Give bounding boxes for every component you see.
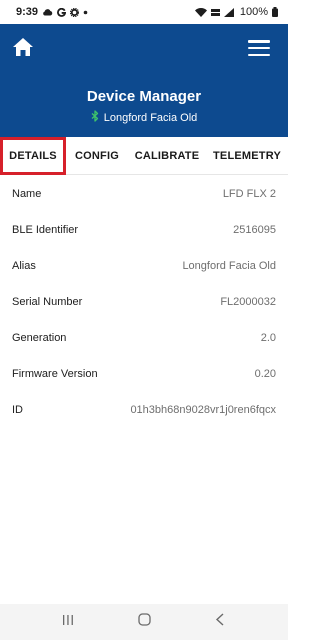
status-bar: 9:39 100% <box>0 0 288 24</box>
detail-row-serial-number: Serial Number FL2000032 <box>0 284 288 320</box>
detail-label: Serial Number <box>12 296 83 308</box>
status-time: 9:39 <box>16 6 39 18</box>
page-title: Device Manager <box>86 88 202 105</box>
detail-label: Name <box>12 188 42 200</box>
details-list: Name LFD FLX 2 BLE Identifier 2516095 Al… <box>0 176 288 428</box>
device-name: Longford Facia Old <box>103 111 198 124</box>
detail-row-name: Name LFD FLX 2 <box>0 176 288 212</box>
detail-row-firmware-version: Firmware Version 0.20 <box>0 356 288 392</box>
tab-calibrate[interactable]: CALIBRATE <box>128 137 206 175</box>
detail-label: Alias <box>12 260 36 272</box>
detail-value: LFD FLX 2 <box>222 188 276 200</box>
detail-value: FL2000032 <box>220 296 276 308</box>
signal-icon <box>223 7 234 17</box>
home-icon <box>12 37 34 62</box>
detail-value: 2.0 <box>260 332 276 344</box>
tab-config[interactable]: CONFIG <box>66 137 128 175</box>
tab-telemetry[interactable]: TELEMETRY <box>206 137 288 175</box>
detail-label: ID <box>12 404 23 416</box>
detail-value: Longford Facia Old <box>182 260 276 272</box>
wifi-icon <box>194 7 207 17</box>
menu-icon-bar <box>248 46 270 50</box>
detail-row-ble-identifier: BLE Identifier 2516095 <box>0 212 288 248</box>
recents-icon <box>62 613 74 631</box>
g-icon <box>57 7 67 17</box>
detail-value: 01h3bh68n9028vr1j0ren6fqcx <box>130 404 276 416</box>
menu-icon-bar <box>248 40 270 43</box>
back-icon <box>215 613 225 631</box>
menu-icon-bar <box>248 53 270 56</box>
recents-button[interactable] <box>48 607 88 637</box>
bluetooth-icon <box>91 110 99 125</box>
home-nav-icon <box>137 613 151 631</box>
detail-label: Generation <box>12 332 67 344</box>
detail-label: Firmware Version <box>12 368 98 380</box>
battery-icon <box>272 7 278 17</box>
volte-icon <box>210 8 220 17</box>
detail-value: 0.20 <box>254 368 276 380</box>
dot-icon <box>83 10 88 15</box>
detail-row-alias: Alias Longford Facia Old <box>0 248 288 284</box>
cloud-icon <box>42 8 53 16</box>
tab-details[interactable]: DETAILS <box>0 136 66 175</box>
back-button[interactable] <box>200 607 240 637</box>
battery-percent: 100% <box>239 6 268 18</box>
app-header: Device Manager Longford Facia Old <box>0 24 288 137</box>
system-nav-bar <box>0 604 288 640</box>
detail-label: BLE Identifier <box>12 224 79 236</box>
tab-bar: DETAILS CONFIG CALIBRATE TELEMETRY <box>0 136 288 175</box>
detail-row-generation: Generation 2.0 <box>0 320 288 356</box>
menu-button[interactable] <box>248 38 270 58</box>
status-right: 100% <box>194 6 278 18</box>
home-nav-button[interactable] <box>124 607 164 637</box>
home-button[interactable] <box>10 36 36 62</box>
detail-value: 2516095 <box>233 224 276 236</box>
detail-row-id: ID 01h3bh68n9028vr1j0ren6fqcx <box>0 392 288 428</box>
device-subtitle: Longford Facia Old <box>0 110 288 125</box>
gear-icon <box>70 7 80 17</box>
status-left: 9:39 <box>16 6 88 18</box>
